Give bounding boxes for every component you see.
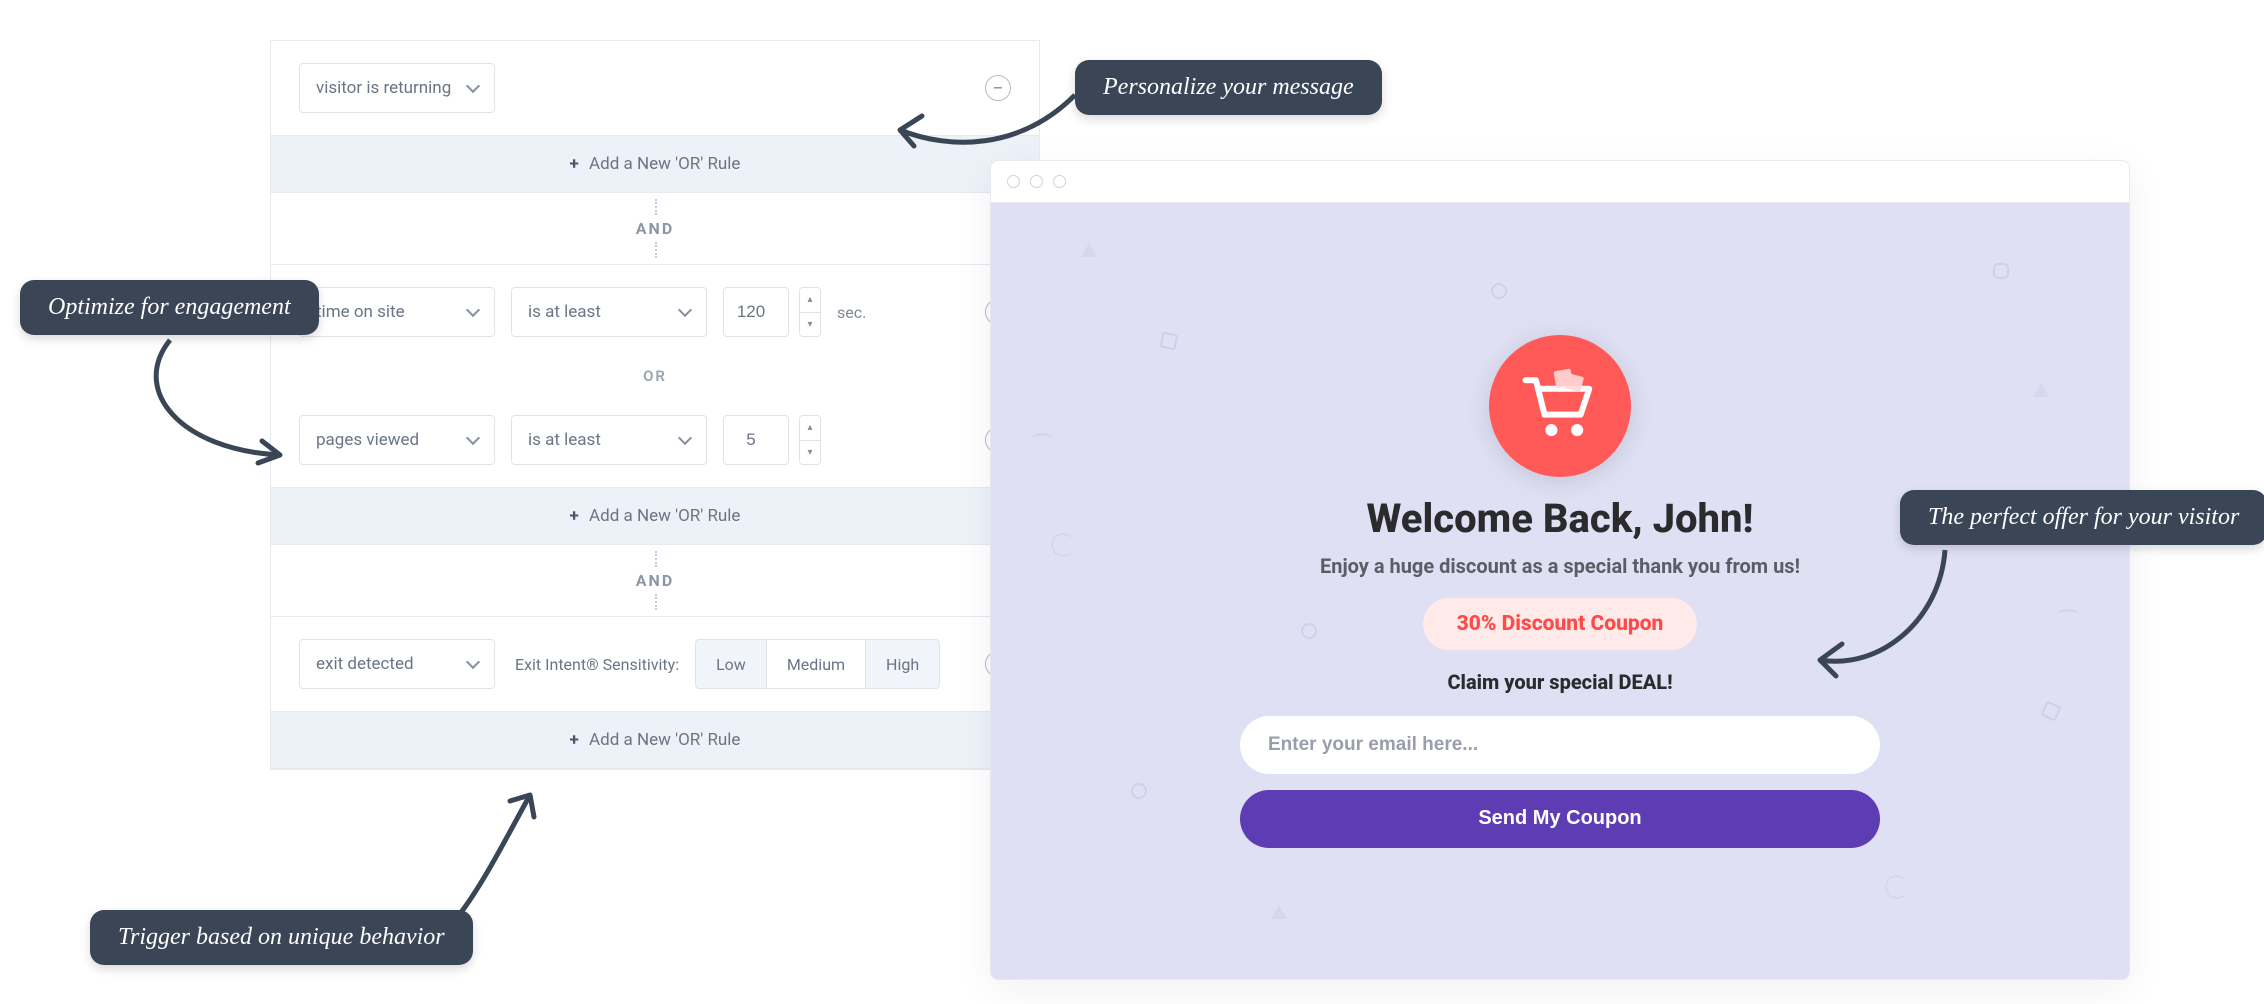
shopping-cart-icon (1517, 363, 1603, 449)
value-spinner: ▴ ▾ (799, 287, 821, 337)
chevron-down-icon (678, 303, 692, 317)
select-label: is at least (528, 302, 601, 322)
and-connector: AND (271, 545, 1039, 616)
select-label: time on site (316, 302, 405, 322)
select-label: visitor is returning (316, 78, 451, 98)
plus-icon: + (570, 730, 579, 750)
select-label: exit detected (316, 654, 414, 674)
condition-operator-select[interactable]: is at least (511, 415, 707, 465)
add-or-label: Add a New 'OR' Rule (589, 154, 740, 174)
chevron-down-icon (466, 79, 480, 93)
popup-preview-area: Welcome Back, John! Enjoy a huge discoun… (991, 203, 2129, 979)
claim-text: Claim your special DEAL! (1240, 670, 1880, 694)
add-or-rule-button[interactable]: + Add a New 'OR' Rule (271, 711, 1039, 769)
condition-field-select[interactable]: time on site (299, 287, 495, 337)
send-coupon-button[interactable]: Send My Coupon (1240, 790, 1880, 848)
traffic-light-icon (1030, 175, 1043, 188)
sensitivity-label: Exit Intent® Sensitivity: (515, 655, 679, 674)
chevron-down-icon (678, 431, 692, 445)
condition-value-input[interactable] (723, 415, 789, 465)
spinner-up-button[interactable]: ▴ (800, 416, 820, 441)
cart-badge-icon (1489, 335, 1631, 477)
annotation-trigger: Trigger based on unique behavior (90, 910, 473, 965)
condition-field-select[interactable]: exit detected (299, 639, 495, 689)
annotation-engagement: Optimize for engagement (20, 280, 319, 335)
or-label: OR (643, 367, 667, 385)
traffic-light-icon (1007, 175, 1020, 188)
annotation-personalize: Personalize your message (1075, 60, 1382, 115)
chevron-down-icon (466, 655, 480, 669)
unit-label: sec. (837, 303, 866, 322)
sensitivity-option-medium[interactable]: Medium (766, 640, 866, 688)
remove-rule-button[interactable]: − (985, 75, 1011, 101)
preview-browser-window: Welcome Back, John! Enjoy a huge discoun… (990, 160, 2130, 980)
and-label: AND (636, 571, 674, 590)
add-or-rule-button[interactable]: + Add a New 'OR' Rule (271, 135, 1039, 193)
and-label: AND (636, 219, 674, 238)
add-or-label: Add a New 'OR' Rule (589, 730, 740, 750)
rules-builder-panel: visitor is returning − + Add a New 'OR' … (270, 40, 1040, 770)
value-spinner: ▴ ▾ (799, 415, 821, 465)
condition-field-select[interactable]: pages viewed (299, 415, 495, 465)
and-connector: AND (271, 193, 1039, 264)
select-label: pages viewed (316, 430, 419, 450)
sensitivity-option-high[interactable]: High (866, 640, 939, 688)
popup-content: Welcome Back, John! Enjoy a huge discoun… (1240, 335, 1880, 848)
browser-titlebar (991, 161, 2129, 203)
plus-icon: + (570, 506, 579, 526)
add-or-label: Add a New 'OR' Rule (589, 506, 740, 526)
plus-icon: + (570, 154, 579, 174)
chevron-down-icon (466, 303, 480, 317)
spinner-down-button[interactable]: ▾ (800, 313, 820, 337)
traffic-light-icon (1053, 175, 1066, 188)
chevron-down-icon (466, 431, 480, 445)
condition-operator-select[interactable]: is at least (511, 287, 707, 337)
sensitivity-segmented-control: Low Medium High (695, 639, 940, 689)
popup-subtitle: Enjoy a huge discount as a special thank… (1240, 554, 1880, 578)
sensitivity-option-low[interactable]: Low (696, 640, 766, 688)
rule-group-1: visitor is returning − + Add a New 'OR' … (271, 41, 1039, 193)
spinner-down-button[interactable]: ▾ (800, 441, 820, 465)
select-label: is at least (528, 430, 601, 450)
rule-group-2: time on site is at least ▴ ▾ sec. − OR p… (271, 264, 1039, 545)
spinner-up-button[interactable]: ▴ (800, 288, 820, 313)
rule-group-3: exit detected Exit Intent® Sensitivity: … (271, 616, 1039, 769)
coupon-badge: 30% Discount Coupon (1423, 598, 1698, 650)
condition-value-input[interactable] (723, 287, 789, 337)
condition-field-select[interactable]: visitor is returning (299, 63, 495, 113)
or-connector: OR (271, 359, 1039, 393)
email-input[interactable] (1240, 716, 1880, 774)
annotation-offer: The perfect offer for your visitor (1900, 490, 2264, 545)
add-or-rule-button[interactable]: + Add a New 'OR' Rule (271, 487, 1039, 545)
popup-title: Welcome Back, John! (1240, 495, 1880, 542)
